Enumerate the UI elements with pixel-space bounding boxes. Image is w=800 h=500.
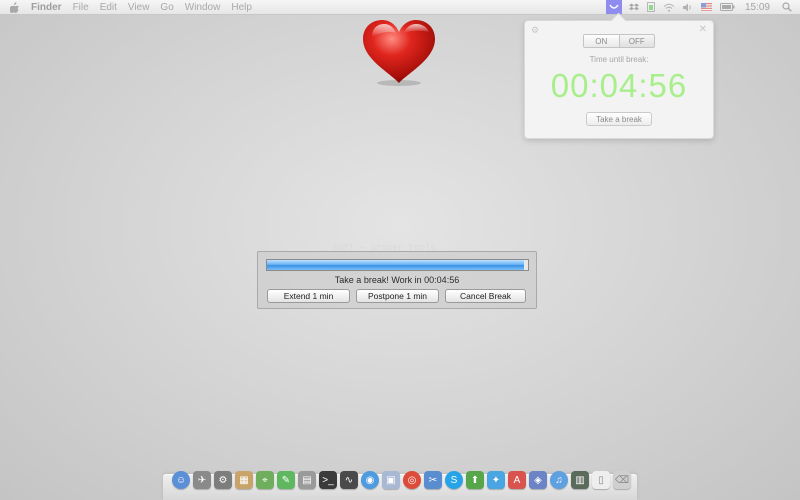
apple-menu-icon[interactable]: [9, 1, 19, 13]
toggle-off[interactable]: OFF: [619, 35, 654, 47]
dock-icons: ☺ ✈ ⚙ ▦ ⌖ ✎ ▤ >_ ∿ ◉ ▣ ◎ ✂ S ⬆ ✦ A ◈ ♫ ▥ ▯ ⌫: [172, 471, 631, 489]
menu-edit[interactable]: Edit: [100, 2, 117, 13]
menu-file[interactable]: File: [73, 2, 89, 13]
preview-icon[interactable]: ▣: [382, 471, 400, 489]
trash-icon[interactable]: ⌫: [613, 471, 631, 489]
menu-app-name[interactable]: Finder: [31, 2, 62, 13]
console-icon[interactable]: ▥: [571, 471, 589, 489]
desktop: Finder File Edit View Go Window Help 15:…: [0, 0, 800, 500]
break-message: Take a break! Work in 00:04:56: [334, 275, 460, 285]
menu-view[interactable]: View: [128, 2, 150, 13]
time-until-break-label: Time until break:: [589, 55, 649, 64]
postpone-1-min-button[interactable]: Postpone 1 min: [356, 289, 439, 303]
dock: ☺ ✈ ⚙ ▦ ⌖ ✎ ▤ >_ ∿ ◉ ▣ ◎ ✂ S ⬆ ✦ A ◈ ♫ ▥ ▯ ⌫: [163, 471, 637, 500]
system-preferences-icon[interactable]: ⚙: [214, 471, 232, 489]
skype-icon[interactable]: S: [445, 471, 463, 489]
progress-fill: [267, 260, 525, 270]
status-area: 15:09: [603, 0, 800, 14]
twitter-icon[interactable]: ✦: [487, 471, 505, 489]
app-store-icon[interactable]: ◈: [529, 471, 547, 489]
maps-icon[interactable]: ⌖: [256, 471, 274, 489]
network-icon[interactable]: ◉: [361, 471, 379, 489]
finder-icon[interactable]: ☺: [172, 471, 190, 489]
upload-icon[interactable]: ⬆: [466, 471, 484, 489]
break-progress-bar: [266, 259, 529, 271]
evernote-icon[interactable]: ✎: [277, 471, 295, 489]
menu-window[interactable]: Window: [185, 2, 221, 13]
heart-icon: [360, 17, 438, 87]
countdown-display: 00:04:56: [550, 67, 688, 104]
package-icon[interactable]: ▦: [235, 471, 253, 489]
us-flag-icon[interactable]: [700, 0, 712, 14]
break-timer-icon[interactable]: [605, 0, 622, 14]
on-off-toggle[interactable]: ON OFF: [583, 34, 655, 48]
xcode-icon[interactable]: ✂: [424, 471, 442, 489]
dropbox-icon[interactable]: [628, 0, 639, 14]
terminal-icon[interactable]: >_: [319, 471, 337, 489]
launchpad-icon[interactable]: ✈: [193, 471, 211, 489]
take-a-break-button[interactable]: Take a break: [586, 112, 652, 126]
wifi-icon[interactable]: [663, 0, 675, 14]
text-editor-icon[interactable]: A: [508, 471, 526, 489]
extend-1-min-button[interactable]: Extend 1 min: [267, 289, 350, 303]
break-timer-popover: ⚙ ✕ ON OFF Time until break: 00:04:56 Ta…: [524, 20, 714, 139]
volume-icon[interactable]: [682, 0, 693, 14]
break-dialog: Take a break! Work in 00:04:56 Extend 1 …: [257, 251, 537, 309]
battery-app-icon[interactable]: [646, 0, 655, 14]
itunes-icon[interactable]: ♫: [550, 471, 568, 489]
menu-clock[interactable]: 15:09: [745, 2, 770, 13]
activity-monitor-icon[interactable]: ∿: [340, 471, 358, 489]
calculator-icon[interactable]: ▤: [298, 471, 316, 489]
close-icon[interactable]: ✕: [699, 24, 707, 35]
menu-bar: Finder File Edit View Go Window Help 15:…: [0, 0, 800, 15]
battery-icon[interactable]: [719, 0, 735, 14]
document-icon[interactable]: ▯: [592, 471, 610, 489]
toggle-on[interactable]: ON: [584, 35, 620, 47]
chrome-icon[interactable]: ◎: [403, 471, 421, 489]
spotlight-search-icon[interactable]: [782, 0, 792, 14]
menu-help[interactable]: Help: [231, 2, 252, 13]
menu-go[interactable]: Go: [160, 2, 173, 13]
settings-gear-icon[interactable]: ⚙: [531, 25, 539, 36]
cancel-break-button[interactable]: Cancel Break: [445, 289, 526, 303]
